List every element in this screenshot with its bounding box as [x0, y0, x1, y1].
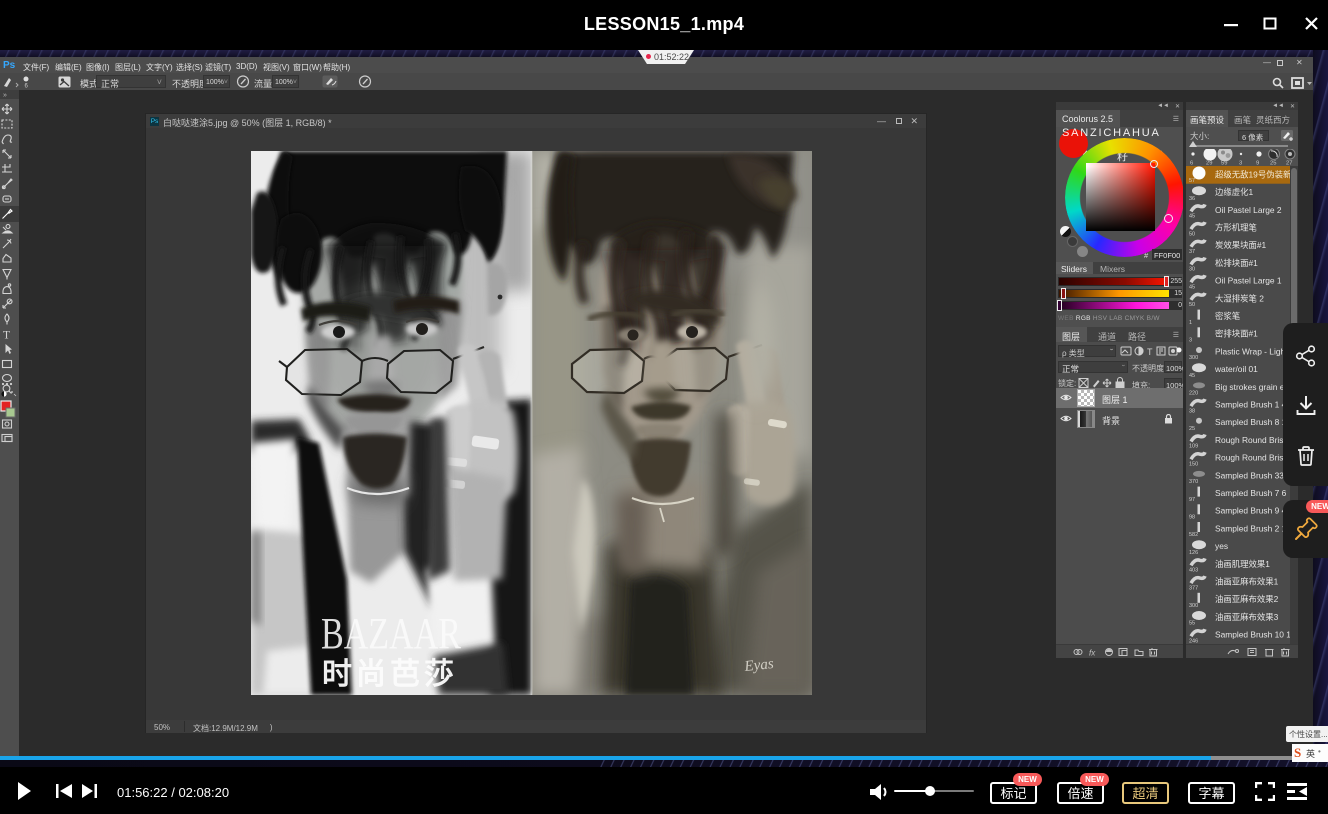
svg-text:Sampled Brush 2 15: Sampled Brush 2 15	[1215, 523, 1290, 533]
svg-text:Sampled Brush 33 6: Sampled Brush 33 6	[1215, 470, 1290, 480]
svg-text:T: T	[1147, 347, 1153, 357]
svg-text:45: 45	[1189, 214, 1195, 220]
svg-text:55: 55	[1189, 621, 1195, 627]
svg-text:Sampled Brush 1 4: Sampled Brush 1 4	[1215, 400, 1287, 410]
svg-text:38: 38	[1189, 408, 1195, 414]
svg-text:方形机理笔: 方形机理笔	[1215, 223, 1257, 233]
svg-text:油画亚麻布效果2: 油画亚麻布效果2	[1215, 594, 1279, 604]
svg-text:时尚芭莎: 时尚芭莎	[322, 658, 458, 691]
svg-text:37: 37	[1189, 249, 1195, 255]
svg-text:45: 45	[1189, 373, 1195, 379]
svg-text:370: 370	[1189, 479, 1198, 485]
svg-text:50: 50	[1189, 302, 1195, 308]
svg-text:松排块面#1: 松排块面#1	[1215, 258, 1258, 268]
svg-text:Rough Round Bristle #6: Rough Round Bristle #6	[1215, 453, 1290, 463]
svg-text:边缘虚化1: 边缘虚化1	[1215, 187, 1253, 197]
svg-text:3: 3	[1189, 338, 1192, 344]
svg-text:yes: yes	[1215, 541, 1228, 551]
svg-text:T: T	[3, 330, 10, 342]
svg-text:Sampled Brush 9 48: Sampled Brush 9 48	[1215, 506, 1290, 516]
svg-text:water/oil 01: water/oil 01	[1214, 364, 1258, 374]
svg-text:Oil Pastel Large 1: Oil Pastel Large 1	[1215, 276, 1282, 286]
svg-text:377: 377	[1189, 585, 1198, 591]
svg-text:582: 582	[1189, 532, 1198, 538]
svg-text:300: 300	[1189, 603, 1198, 609]
svg-text:Rough Round Bristle #5: Rough Round Bristle #5	[1215, 435, 1290, 445]
svg-text:98: 98	[1189, 515, 1195, 521]
svg-text:Oil Pastel Large 2: Oil Pastel Large 2	[1215, 205, 1282, 215]
svg-text:Sampled Brush 7 6: Sampled Brush 7 6	[1215, 488, 1287, 498]
svg-text:126: 126	[1189, 550, 1198, 556]
svg-text:BAZAAR: BAZAAR	[321, 609, 461, 658]
svg-text:Sampled Brush 8 10: Sampled Brush 8 10	[1215, 417, 1290, 427]
svg-text:»: »	[3, 92, 7, 99]
svg-text:Big strokes grain edges: Big strokes grain edges	[1215, 382, 1290, 392]
svg-text:300: 300	[1189, 355, 1198, 361]
svg-text:Eyas: Eyas	[743, 656, 775, 675]
svg-text:97: 97	[1189, 497, 1195, 503]
svg-text:超级无敌19号伪装新: 超级无敌19号伪装新	[1215, 169, 1290, 179]
svg-text:fx: fx	[1089, 649, 1096, 658]
svg-text:1: 1	[1189, 320, 1192, 326]
svg-text:50: 50	[1189, 231, 1195, 237]
svg-text:大湿排炭笔 2: 大湿排炭笔 2	[1215, 293, 1264, 303]
svg-text:密浆笔: 密浆笔	[1215, 311, 1240, 321]
svg-text:36: 36	[1189, 196, 1195, 202]
svg-text:150: 150	[1189, 461, 1198, 467]
svg-text:炭效果块面#1: 炭效果块面#1	[1215, 240, 1267, 250]
svg-text:57: 57	[1189, 178, 1195, 184]
svg-text:220: 220	[1189, 391, 1198, 397]
svg-text:45: 45	[1189, 284, 1195, 290]
svg-text:109: 109	[1189, 444, 1198, 450]
svg-text:油画亚麻布效果3: 油画亚麻布效果3	[1215, 612, 1279, 622]
svg-text:30: 30	[1189, 267, 1195, 273]
svg-text:Sampled Brush 10 10: Sampled Brush 10 10	[1215, 630, 1290, 640]
svg-text:油画肌理效果1: 油画肌理效果1	[1215, 559, 1270, 569]
svg-text:403: 403	[1189, 568, 1198, 574]
svg-text:油画亚麻布效果1: 油画亚麻布效果1	[1215, 577, 1279, 587]
svg-text:密排块面#1: 密排块面#1	[1215, 329, 1258, 339]
svg-text:6: 6	[25, 84, 29, 89]
svg-text:Plastic Wrap - Light 90 pix: Plastic Wrap - Light 90 pix	[1215, 346, 1290, 356]
svg-text:25: 25	[1189, 426, 1195, 432]
